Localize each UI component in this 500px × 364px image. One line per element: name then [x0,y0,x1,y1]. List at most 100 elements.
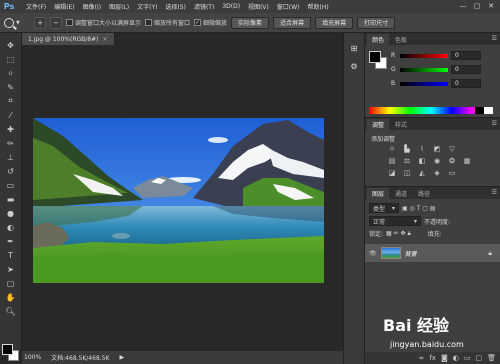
panel-menu-icon[interactable]: ☰ [492,120,497,127]
new-group-icon[interactable]: ▭ [464,354,471,362]
layer-kind-filter[interactable]: 类型 ▾ [369,203,399,213]
link-layers-icon[interactable]: ∞ [419,354,425,362]
menu-edit[interactable]: 编辑(E) [50,2,78,11]
zoom-tool-icon[interactable]: 🔍︎ [3,305,19,317]
menu-file[interactable]: 文件(F) [22,2,50,11]
levels-icon[interactable]: ▙ [402,144,412,153]
gradient-tool-icon[interactable]: ▬ [3,193,19,205]
eyedropper-tool-icon[interactable]: ⁄ [3,109,19,121]
hand-tool-icon[interactable]: ✋ [3,291,19,303]
menu-image[interactable]: 图像(I) [79,2,105,11]
curves-icon[interactable]: ⌇ [417,144,427,153]
visibility-eye-icon[interactable]: 👁︎ [369,250,377,257]
close-icon[interactable]: × [102,36,107,43]
tab-channels[interactable]: 通道 [390,188,412,199]
black-white-swatch[interactable] [475,107,493,114]
layer-row-background[interactable]: 👁︎ 背景 🔒︎ [365,244,500,262]
checkbox-box[interactable] [145,19,153,26]
healing-brush-icon[interactable]: ✚ [3,123,19,135]
add-mask-icon[interactable]: ◙ [441,354,448,362]
maximize-button[interactable]: ▢ [470,0,484,11]
zoom-level[interactable]: 100% [24,354,41,361]
actual-pixels-button[interactable]: 实际像素 [231,16,270,29]
menu-layer[interactable]: 图层(L) [105,2,133,11]
color-lookup-icon[interactable]: ▦ [462,156,472,165]
foreground-background-colors[interactable] [2,344,20,362]
hue-saturation-icon[interactable]: ▤ [387,156,397,165]
eraser-tool-icon[interactable]: ▭ [3,179,19,191]
dodge-tool-icon[interactable]: ◐ [3,221,19,233]
zoom-in-button[interactable]: + [34,16,46,29]
move-tool-icon[interactable]: ✥ [3,39,19,51]
minimize-button[interactable]: — [456,0,470,11]
posterize-icon[interactable]: ◫ [402,168,412,177]
close-button[interactable]: ✕ [484,0,498,11]
quick-select-tool-icon[interactable]: ✎ [3,81,19,93]
zoom-out-button[interactable]: − [50,16,62,29]
threshold-icon[interactable]: ◭ [417,168,427,177]
red-value-field[interactable]: 0 [451,51,481,60]
history-brush-icon[interactable]: ↺ [3,165,19,177]
tab-swatches[interactable]: 色板 [390,34,412,45]
green-slider[interactable] [400,67,448,72]
exposure-icon[interactable]: ◩ [432,144,442,153]
delete-layer-icon[interactable]: 🗑︎ [487,354,496,362]
tab-color[interactable]: 颜色 [367,34,390,45]
crop-tool-icon[interactable]: ⌗ [3,95,19,107]
type-tool-icon[interactable]: T [3,249,19,261]
document-tab[interactable]: 1.jpg @ 100%(RGB/8#) × [22,33,115,45]
checkbox-box[interactable] [66,19,73,26]
lasso-tool-icon[interactable]: ဝ [3,67,19,79]
menu-filter[interactable]: 滤镜(T) [190,2,218,11]
blue-slider[interactable] [400,81,448,86]
panel-menu-icon[interactable]: ☰ [492,35,497,42]
photo-filter-icon[interactable]: ◉ [432,156,442,165]
menu-help[interactable]: 帮助(H) [304,2,333,11]
new-adjustment-icon[interactable]: ◐ [453,354,459,362]
checkbox-box-checked[interactable]: ✓ [194,19,202,26]
green-value-field[interactable]: 0 [451,65,481,74]
properties-panel-icon[interactable]: ⚙ [347,59,361,73]
tab-paths[interactable]: 路径 [413,188,435,199]
black-white-icon[interactable]: ◧ [417,156,427,165]
color-balance-icon[interactable]: ⚖ [402,156,412,165]
invert-icon[interactable]: ◪ [387,168,397,177]
marquee-tool-icon[interactable]: ⬚ [3,53,19,65]
filter-icons[interactable]: ▣ ◎ T ▢ ▤ [402,205,436,212]
resize-windows-checkbox[interactable]: 调整窗口大小以满屏显示 [66,18,141,27]
lock-icons[interactable]: ▦ ✏ ✥ 🔒︎ [386,230,411,238]
tab-layers[interactable]: 图层 [367,188,390,199]
history-panel-icon[interactable]: ⊞ [347,41,361,55]
foreground-color-swatch[interactable] [2,344,13,355]
zoom-all-windows-checkbox[interactable]: 缩放所有窗口 [145,18,190,27]
menu-select[interactable]: 选择(S) [161,2,190,11]
gradient-map-icon[interactable]: ▭ [447,168,457,177]
brush-tool-icon[interactable]: ✏ [3,137,19,149]
tab-styles[interactable]: 样式 [390,119,412,130]
layer-style-icon[interactable]: fx [429,354,436,362]
menu-type[interactable]: 文字(Y) [133,2,161,11]
red-slider[interactable] [400,53,448,58]
pen-tool-icon[interactable]: ✒ [3,235,19,247]
menu-view[interactable]: 视图(V) [244,2,273,11]
scrubby-zoom-checkbox[interactable]: ✓ 细微缩放 [194,18,227,27]
print-size-button[interactable]: 打印尺寸 [357,16,396,29]
vibrance-icon[interactable]: ▽ [447,144,457,153]
tab-adjustments[interactable]: 调整 [367,119,390,130]
status-menu-arrow-icon[interactable]: ▶ [119,354,124,361]
tool-preset-picker[interactable]: ▼ [4,16,30,30]
brightness-icon[interactable]: ☼ [387,144,397,153]
blend-mode-select[interactable]: 正常 ▾ [369,216,421,226]
menu-3d[interactable]: 3D(D) [218,3,244,10]
new-layer-icon[interactable]: ▢ [475,354,482,362]
fill-screen-button[interactable]: 填充屏幕 [315,16,354,29]
fit-screen-button[interactable]: 适合屏幕 [273,16,312,29]
blue-value-field[interactable]: 0 [451,79,481,88]
panel-menu-icon[interactable]: ☰ [492,189,497,196]
foreground-color-swatch[interactable] [369,51,381,63]
selective-color-icon[interactable]: ◈ [432,168,442,177]
blur-tool-icon[interactable]: ● [3,207,19,219]
menu-window[interactable]: 窗口(W) [273,2,304,11]
path-select-icon[interactable]: ➤ [3,263,19,275]
channel-mixer-icon[interactable]: ❂ [447,156,457,165]
